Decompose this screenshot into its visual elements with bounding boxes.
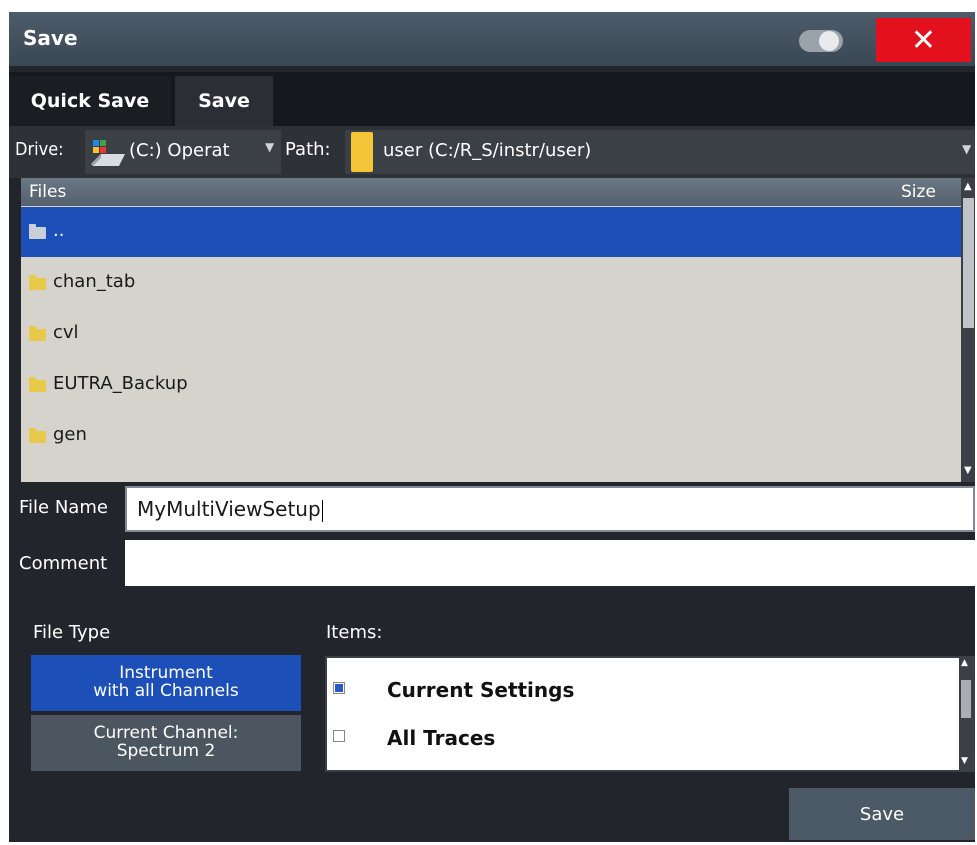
folder-icon [29,377,46,392]
item-label: Current Settings [387,678,575,702]
file-type-instrument-button[interactable]: Instrument with all Channels [31,655,301,711]
close-icon: ✕ [910,22,937,58]
file-name-label: gen [53,424,87,445]
file-name-label: cvl [53,322,79,343]
folder-icon [351,132,373,172]
arrow-down-icon[interactable]: ▼ [961,756,968,766]
items-scrollbar[interactable]: ▲ ▼ [959,658,973,770]
file-type-label: File Type [33,622,111,643]
folder-icon [29,275,46,290]
tab-save[interactable]: Save [175,76,273,126]
chevron-down-icon: ▼ [265,140,275,154]
text-cursor [321,499,323,522]
save-dialog: Save ✕ Quick Save Save Drive: (C:) Opera… [9,12,975,842]
list-item[interactable]: Current Settings [327,670,947,710]
file-name-label: chan_tab [53,271,136,292]
dialog-title: Save [23,26,78,50]
column-size[interactable]: Size [901,182,936,202]
list-item[interactable]: gen [21,411,961,461]
comment-input[interactable] [125,540,975,586]
path-label: Path: [285,139,331,160]
list-item[interactable]: chan_tab [21,258,961,308]
file-name-input[interactable]: MyMultiViewSetup [125,486,975,532]
items-list: Current Settings All Traces ▲ ▼ [325,656,975,772]
file-list-scrollbar[interactable]: ▲ ▼ [961,178,975,482]
file-name-label: EUTRA_Backup [53,373,188,394]
save-button[interactable]: Save [789,788,975,840]
folder-icon [29,326,46,341]
item-label: All Traces [387,726,496,750]
file-name-value: MyMultiViewSetup [137,497,321,521]
tab-bar: Quick Save Save [9,72,975,126]
title-bar: Save ✕ [9,12,975,66]
items-label: Items: [326,622,383,643]
list-item[interactable]: All Traces [327,718,947,758]
drive-value: (C:) Operat [129,140,230,161]
transparency-toggle[interactable] [799,30,843,52]
scrollbar-thumb[interactable] [963,198,974,328]
column-files[interactable]: Files [29,182,66,202]
drive-icon [91,140,125,166]
file-list[interactable]: Files Size .. chan_tab cvl EUTRA_Backup … [21,178,975,482]
comment-label: Comment [19,553,108,574]
close-button[interactable]: ✕ [876,18,971,62]
folder-icon [29,428,46,443]
path-select[interactable]: user (C:/R_S/instr/user) ▼ [345,130,975,174]
path-value: user (C:/R_S/instr/user) [383,140,592,161]
arrow-up-icon[interactable]: ▲ [964,181,972,192]
drive-label: Drive: [15,139,64,160]
tab-quick-save[interactable]: Quick Save [9,76,171,126]
all-traces-checkbox[interactable] [333,730,345,742]
file-name-label: .. [53,220,65,241]
drive-select[interactable]: (C:) Operat ▼ [85,130,281,174]
list-item[interactable]: .. [21,207,961,257]
arrow-up-icon[interactable]: ▲ [961,658,968,668]
list-header: Files Size [21,178,961,206]
file-name-label: File Name [19,497,108,518]
chevron-down-icon: ▼ [962,142,972,156]
file-type-current-channel-button[interactable]: Current Channel: Spectrum 2 [31,715,301,771]
toggle-knob [819,31,839,51]
current-settings-checkbox[interactable] [333,682,345,694]
folder-icon [29,224,46,239]
scrollbar-thumb[interactable] [961,680,971,718]
list-item[interactable]: EUTRA_Backup [21,360,961,410]
list-item[interactable]: cvl [21,309,961,359]
drive-path-row: Drive: (C:) Operat ▼ Path: user (C:/R_S/… [9,126,975,178]
arrow-down-icon[interactable]: ▼ [964,465,972,476]
